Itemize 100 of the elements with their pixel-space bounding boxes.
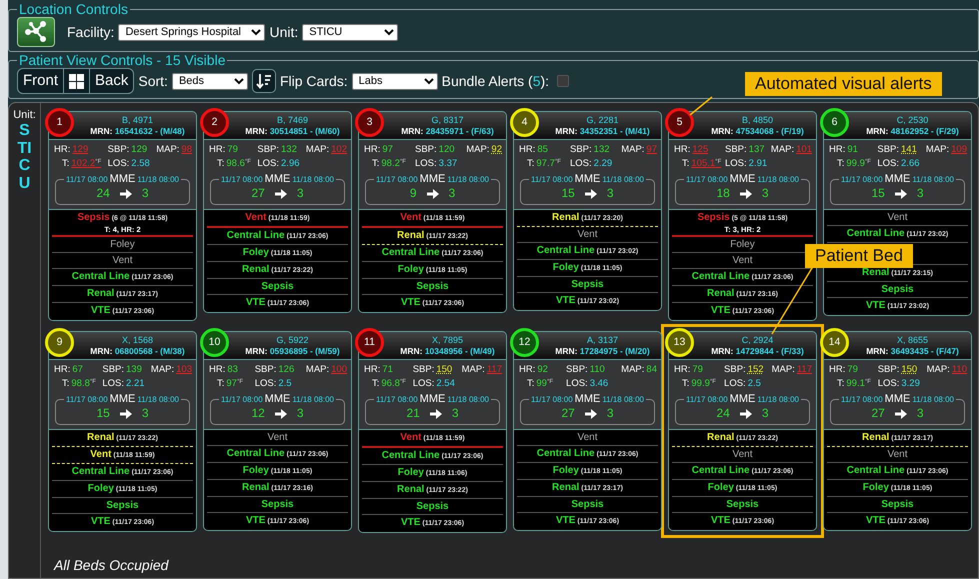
vital-value: 109 xyxy=(951,144,967,155)
vital-label: MAP: xyxy=(772,364,795,375)
grid-button[interactable] xyxy=(63,68,90,94)
front-button[interactable]: Front xyxy=(17,68,64,94)
flip-cards-select[interactable]: Labs xyxy=(352,72,438,90)
back-button[interactable]: Back xyxy=(89,68,134,94)
vital-value: 125 xyxy=(692,144,708,155)
patient-card[interactable] xyxy=(513,331,662,531)
bundle-status: Sepsis xyxy=(726,499,759,510)
mme-from: 15 xyxy=(96,406,110,421)
facility-select[interactable]: Desert Springs Hospital xyxy=(118,24,266,40)
network-button[interactable] xyxy=(17,17,55,47)
vital-value: 117 xyxy=(796,364,812,375)
occupancy-status: All Beds Occupied xyxy=(52,557,170,576)
vital-value: 101 xyxy=(796,144,812,155)
mme-to: 3 xyxy=(296,406,304,421)
vital-label: HR: xyxy=(519,144,536,155)
vital-value: 85 xyxy=(537,144,548,155)
section-legend: Patient View Controls - 15 Visible xyxy=(17,53,228,68)
vital-value: 2.66 xyxy=(901,158,920,169)
patient-name: G, 5922 xyxy=(276,334,309,346)
vital-value: 132 xyxy=(281,144,297,155)
vital-label: LOS: xyxy=(412,378,434,389)
bundle-status: Sepsis xyxy=(881,284,914,295)
vital-value: 98 xyxy=(181,144,192,155)
vital-value: 79 xyxy=(227,144,238,155)
vital-label: MAP: xyxy=(621,364,644,375)
mrn-text: MRN: 30514851 - (M/60) xyxy=(245,126,340,136)
vital-value: 91 xyxy=(847,144,858,155)
patient-card[interactable] xyxy=(358,331,507,533)
sort-label: Sort: xyxy=(138,72,168,90)
mme-label: MME xyxy=(730,393,756,405)
patient-card[interactable] xyxy=(48,331,197,532)
bundle-status: Sepsis xyxy=(106,500,139,511)
vital-value: 98.2$^{°F}$ xyxy=(381,158,406,169)
unit-label: Unit: xyxy=(269,24,298,40)
vital-value: 2.96 xyxy=(281,158,300,169)
vital-value: 2.91 xyxy=(748,158,768,169)
patient-card[interactable] xyxy=(203,331,352,531)
bed-number: 4 xyxy=(510,108,539,137)
vital-label: MAP: xyxy=(926,364,950,375)
vital-value: 102 xyxy=(331,144,347,155)
patient-card[interactable] xyxy=(513,111,662,311)
vital-value: 2.5 xyxy=(748,378,761,389)
mrn-text: MRN: 47534068 - (F/19) xyxy=(711,126,804,136)
vital-label: SBP: xyxy=(102,364,124,375)
patient-name: C, 2924 xyxy=(742,334,774,346)
vital-value: 79 xyxy=(692,364,703,375)
sort-button[interactable] xyxy=(252,69,276,93)
mme-end-time: 11/18 08:00 xyxy=(602,174,644,186)
bundle-status: Foley xyxy=(730,239,755,250)
bundle-status: Vent xyxy=(112,255,133,266)
vital-value: 98.8$^{°F}$ xyxy=(71,378,96,389)
vital-label: SBP: xyxy=(877,144,900,155)
patient-card[interactable] xyxy=(48,111,197,321)
patient-card[interactable] xyxy=(358,111,507,313)
vital-value: 99.1$^{°F}$ xyxy=(846,378,871,389)
vital-label: T: xyxy=(62,158,70,169)
section-legend: Location Controls xyxy=(17,2,130,17)
grid-icon xyxy=(69,74,84,89)
bundle-status: Vent xyxy=(887,212,908,223)
mme-end-time: 11/18 08:00 xyxy=(292,174,334,186)
mme-from: 15 xyxy=(561,186,575,201)
sort-icon xyxy=(256,73,272,89)
vital-label: SBP: xyxy=(724,364,746,375)
sort-select[interactable]: Beds xyxy=(172,72,248,90)
mme-start-time: 11/17 08:00 xyxy=(686,394,728,406)
vital-value: 129 xyxy=(131,144,148,155)
bundle-alerts-checkbox[interactable] xyxy=(557,75,570,87)
bundle-alerts-label: Bundle Alerts (5): xyxy=(442,72,550,90)
vital-label: LOS: xyxy=(724,378,746,389)
mrn-text: MRN: 14729844 - (F/33) xyxy=(711,346,804,356)
vital-value: 150 xyxy=(901,364,918,375)
vital-label: LOS: xyxy=(108,158,130,169)
patient-card[interactable] xyxy=(203,111,352,313)
patient-card[interactable] xyxy=(823,331,972,531)
mme-label: MME xyxy=(420,173,446,185)
vital-label: SBP: xyxy=(415,144,437,155)
vital-label: LOS: xyxy=(257,158,280,169)
vital-value: 103 xyxy=(176,364,192,375)
mme-end-time: 11/18 08:00 xyxy=(602,394,644,406)
mme-start-time: 11/17 08:00 xyxy=(686,174,728,186)
unit-select[interactable]: STICU xyxy=(302,24,398,40)
arrow-icon xyxy=(274,408,287,418)
vital-label: HR: xyxy=(674,144,690,155)
vital-label: LOS: xyxy=(877,158,900,169)
vital-value: 2.5 xyxy=(278,378,292,389)
mme-label: MME xyxy=(420,393,446,405)
bed-number: 10 xyxy=(200,328,229,357)
vital-label: SBP: xyxy=(566,364,588,375)
vital-label: SBP: xyxy=(570,144,592,155)
mme-start-time: 11/17 08:00 xyxy=(840,394,883,406)
vital-label: MAP: xyxy=(156,144,180,155)
patient-card[interactable] xyxy=(668,111,817,321)
vital-value: 2.54 xyxy=(436,378,455,389)
vital-label: HR: xyxy=(364,144,380,155)
arrow-icon xyxy=(740,408,752,418)
vital-label: MAP: xyxy=(150,364,174,375)
vital-label: MAP: xyxy=(926,144,950,155)
vital-label: LOS: xyxy=(566,378,588,389)
